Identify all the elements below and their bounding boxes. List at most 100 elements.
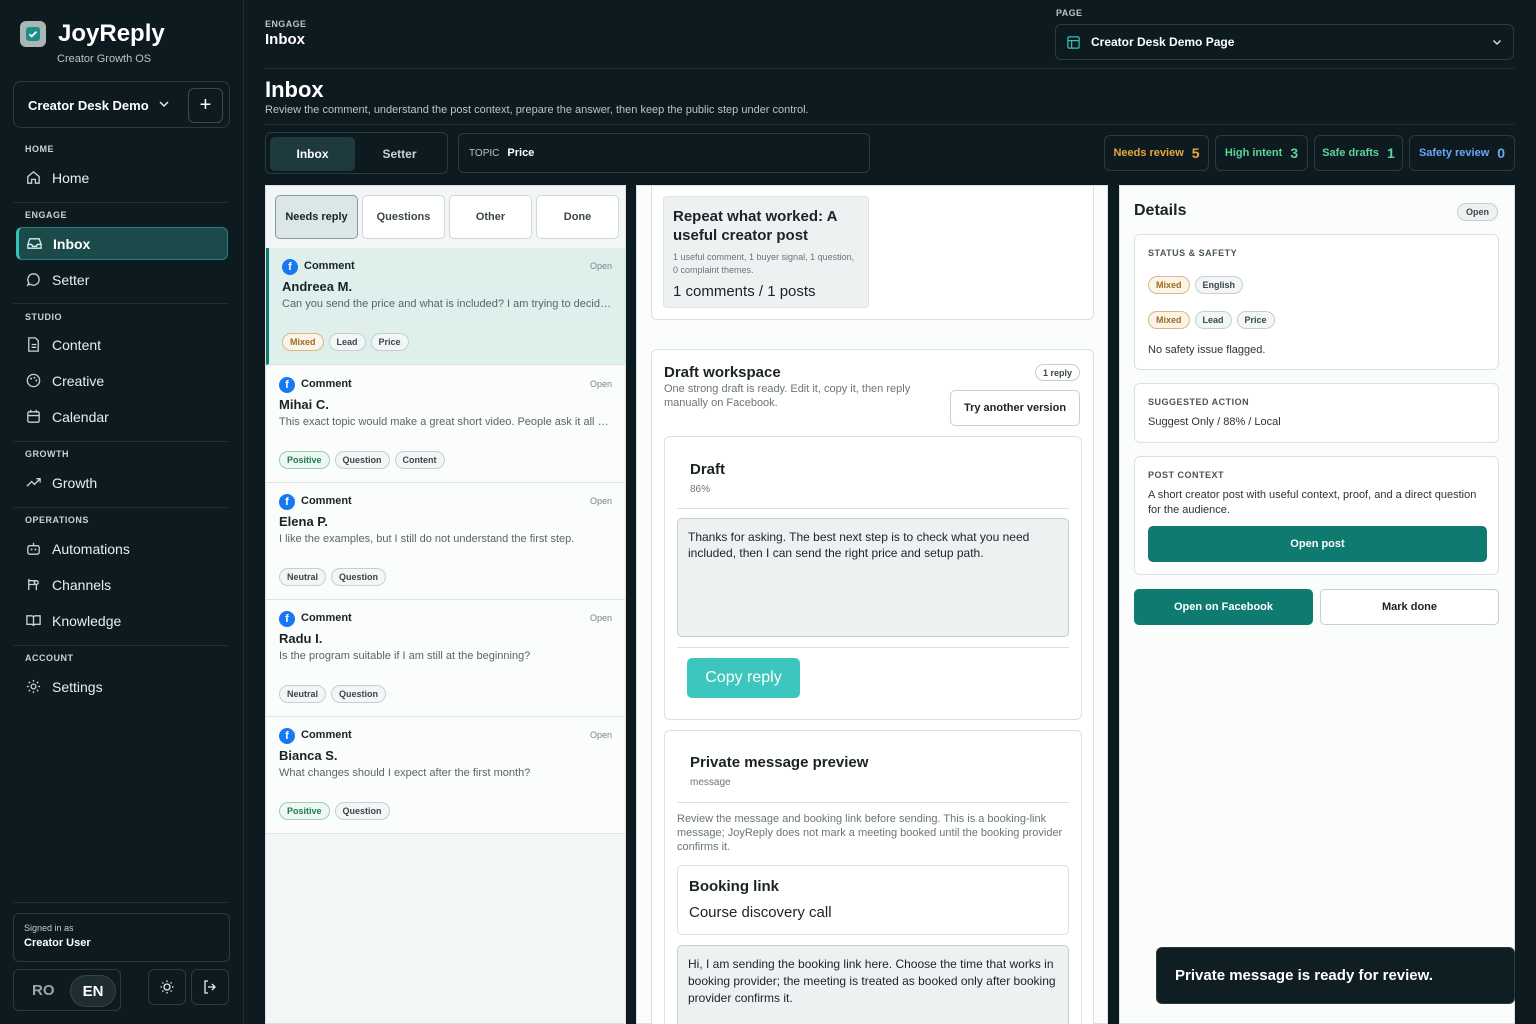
sidebar-item-label: Inbox (53, 235, 91, 252)
post-context-card: POST CONTEXT A short creator post with u… (1134, 456, 1499, 575)
context-summary[interactable]: Repeat what worked: A useful creator pos… (663, 196, 869, 308)
stat-safe-drafts[interactable]: Safe drafts 1 (1314, 135, 1403, 171)
list-item[interactable]: f Comment Open Bianca S. What changes sh… (266, 717, 625, 834)
sidebar-item-settings[interactable]: Settings (16, 670, 228, 703)
facebook-icon: f (279, 494, 295, 510)
comment-tags: Mixed Lead Price (282, 333, 409, 351)
filter-needs-reply[interactable]: Needs reply (275, 195, 358, 239)
draft-score: 86% (690, 484, 711, 495)
sidebar-item-channels[interactable]: Channels (16, 568, 228, 601)
booking-link-title: Booking link (689, 878, 779, 895)
sidebar-item-label: Content (52, 336, 102, 353)
tab-inbox[interactable]: Inbox (270, 137, 355, 171)
divider (677, 802, 1069, 803)
brand[interactable]: JoyReply (20, 20, 165, 48)
list-item[interactable]: f Comment Open Radu I. Is the program su… (266, 600, 625, 717)
facebook-icon: f (279, 728, 295, 744)
sidebar-item-label: Knowledge (52, 612, 122, 629)
stat-label: High intent (1224, 147, 1283, 159)
divider (677, 647, 1069, 648)
tag: Price (370, 333, 409, 351)
logout-button[interactable] (191, 969, 229, 1005)
workspace-switcher[interactable]: Creator Desk Demo + (13, 81, 230, 128)
signed-in-user: Creator User (24, 937, 91, 949)
comment-tags: Neutral Question (279, 568, 387, 586)
stat-value: 0 (1497, 145, 1506, 161)
nav-section-growth: GROWTH (25, 449, 69, 459)
sidebar-item-knowledge[interactable]: Knowledge (16, 604, 228, 637)
list-item[interactable]: f Comment Open Elena P. I like the examp… (266, 483, 625, 600)
tag: Positive (279, 802, 330, 820)
calendar-icon (27, 409, 40, 423)
tag: Neutral (279, 685, 327, 703)
open-post-button[interactable]: Open post (1148, 526, 1487, 562)
nav-divider (13, 645, 228, 646)
sidebar-item-calendar[interactable]: Calendar (16, 400, 228, 433)
sidebar-item-automations[interactable]: Automations (16, 532, 228, 565)
nav-section-home: HOME (25, 144, 54, 154)
add-workspace-button[interactable]: + (188, 88, 223, 123)
stat-value: 3 (1290, 145, 1299, 161)
intent-tags: Mixed Lead Price (1148, 311, 1275, 329)
private-message-description: Review the message and booking link befo… (677, 813, 1063, 853)
comment-author: Bianca S. (279, 748, 338, 763)
facebook-icon: f (282, 259, 298, 275)
sidebar-item-content[interactable]: Content (16, 328, 228, 361)
section-label: STATUS & SAFETY (1148, 248, 1238, 258)
comment-text: What changes should I expect after the f… (279, 767, 531, 779)
stat-needs-review[interactable]: Needs review 5 (1104, 135, 1209, 171)
comment-status: Open (589, 379, 612, 389)
filter-other[interactable]: Other (449, 195, 532, 239)
inbox-icon (27, 238, 42, 249)
stat-high-intent[interactable]: High intent 3 (1215, 135, 1308, 171)
tag: Lead (1194, 311, 1232, 329)
booking-link-box[interactable]: Booking link Course discovery call (677, 865, 1069, 935)
lang-ro-button[interactable]: RO (32, 982, 55, 999)
header-title: Inbox (265, 31, 305, 48)
sidebar-item-setter[interactable]: Setter (16, 263, 228, 296)
tag: Question (331, 568, 387, 586)
sun-icon (160, 980, 174, 994)
chat-bubble-icon (26, 273, 40, 287)
page-select-label: PAGE (1056, 8, 1083, 18)
stat-label: Needs review (1113, 147, 1184, 159)
sidebar-item-label: Home (52, 169, 90, 186)
mark-done-button[interactable]: Mark done (1320, 589, 1499, 625)
chevron-down-icon (159, 101, 169, 108)
topic-value: Price (507, 147, 535, 159)
comment-tags: Positive Question Content (279, 451, 445, 469)
sidebar-item-creative[interactable]: Creative (16, 364, 228, 397)
signed-in-box: Signed in as Creator User (13, 913, 230, 962)
list-item[interactable]: f Comment Open Andreea M. Can you send t… (266, 248, 625, 365)
comment-status: Open (589, 730, 612, 740)
page-select[interactable]: Creator Desk Demo Page (1055, 24, 1514, 60)
copy-reply-button[interactable]: Copy reply (687, 658, 800, 698)
lang-en-button[interactable]: EN (70, 975, 116, 1007)
comment-text: This exact topic would make a great shor… (279, 416, 609, 428)
divider (677, 508, 1069, 509)
sidebar-item-home[interactable]: Home (16, 161, 228, 194)
try-another-version-button[interactable]: Try another version (950, 390, 1080, 426)
private-message-textarea[interactable]: Hi, I am sending the booking link here. … (677, 945, 1069, 1024)
book-icon (26, 615, 41, 627)
open-on-facebook-button[interactable]: Open on Facebook (1134, 589, 1313, 625)
comment-type: Comment (304, 260, 355, 272)
stat-value: 5 (1191, 145, 1200, 161)
stat-label: Safety review (1418, 147, 1490, 159)
tab-setter[interactable]: Setter (357, 137, 442, 171)
page-title: Inbox (265, 77, 324, 102)
filter-done[interactable]: Done (536, 195, 619, 239)
list-item[interactable]: f Comment Open Mihai C. This exact topic… (266, 366, 625, 483)
topic-filter[interactable]: TOPIC Price (458, 133, 870, 173)
filter-questions[interactable]: Questions (362, 195, 445, 239)
toast-notification: Private message is ready for review. (1156, 947, 1515, 1004)
comment-author: Radu I. (279, 631, 323, 646)
stat-value: 1 (1387, 145, 1395, 161)
sidebar-item-growth[interactable]: Growth (16, 466, 228, 499)
sidebar-item-inbox[interactable]: Inbox (16, 227, 228, 260)
theme-toggle-button[interactable] (148, 969, 186, 1005)
draft-textarea[interactable]: Thanks for asking. The best next step is… (677, 518, 1069, 637)
comment-type: Comment (301, 378, 352, 390)
tag: English (1194, 276, 1244, 294)
stat-safety-review[interactable]: Safety review 0 (1409, 135, 1515, 171)
